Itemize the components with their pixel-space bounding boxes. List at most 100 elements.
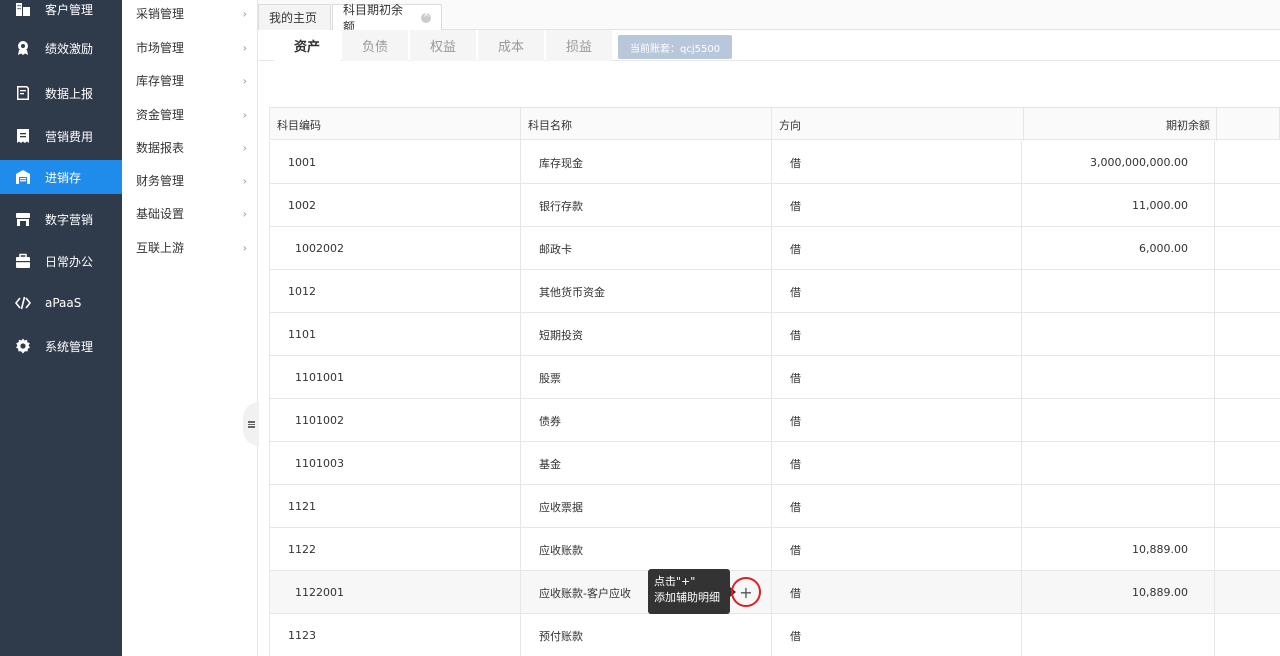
sub-tab-label: 损益 — [565, 40, 592, 55]
menu-collapse-handle[interactable] — [243, 402, 259, 446]
tab-assets[interactable]: 资产 — [274, 30, 340, 61]
sidebar-item-apaas[interactable]: aPaaS — [0, 286, 122, 320]
tab-profit-loss[interactable]: 损益 — [546, 30, 612, 61]
cell-balance[interactable] — [1022, 313, 1215, 356]
submenu-item-purchase-sales[interactable]: 采销管理 › — [122, 0, 257, 30]
cell-direction: 借 — [772, 399, 1022, 442]
table-row[interactable]: 1101002 债券借 — [269, 399, 1280, 442]
submenu-item-data-reports[interactable]: 数据报表 › — [122, 131, 257, 164]
opening-balance-table: 科目编码 科目名称 方向 期初余额 1001 库存现金借 3,000,000,000… — [269, 107, 1280, 656]
cell-direction: 借 — [772, 184, 1022, 227]
table-row[interactable]: 1101001 股票借 — [269, 356, 1280, 399]
cell-balance[interactable]: 6,000.00 — [1022, 227, 1215, 270]
cell-balance[interactable] — [1022, 485, 1215, 528]
sidebar-item-label: 营销费用 — [45, 129, 94, 144]
cell-name: 股票 — [521, 356, 772, 399]
tab-opening-balance[interactable]: 科目期初余额 — [332, 3, 442, 34]
cell-balance[interactable] — [1022, 356, 1215, 399]
sidebar-item-digital-marketing[interactable]: 数字营销 — [0, 202, 122, 236]
cell-name: 应收账款 — [521, 528, 772, 571]
table-row[interactable]: 1001 库存现金借 3,000,000,000.00 — [269, 141, 1280, 184]
cell-balance[interactable] — [1022, 399, 1215, 442]
cell-code: 1002 — [270, 184, 521, 227]
cell-balance[interactable] — [1022, 270, 1215, 313]
sidebar-item-data-report[interactable]: 数据上报 — [0, 76, 122, 110]
cell-code: 1101001 — [270, 356, 521, 399]
submenu-item-label: 互联上游 — [136, 241, 185, 255]
cell-code: 1012 — [270, 270, 521, 313]
chevron-right-icon: › — [242, 41, 247, 54]
table-row[interactable]: 1101003 基金借 — [269, 442, 1280, 485]
cell-balance[interactable]: 10,889.00 — [1022, 571, 1215, 614]
cell-direction: 借 — [772, 356, 1022, 399]
sub-menu: 采销管理 › 市场管理 › 库存管理 › 资金管理 › 数据报表 › 财务管理 › 基础设置… — [122, 0, 258, 656]
table-row[interactable]: 1122001 应收账款-客户应收借 10,889.00 — [269, 571, 1280, 614]
chevron-right-icon: › — [242, 207, 247, 220]
table-row[interactable]: 1122 应收账款借 10,889.00 — [269, 528, 1280, 571]
cell-direction: 借 — [772, 485, 1022, 528]
sidebar-item-daily-office[interactable]: 日常办公 — [0, 244, 122, 278]
cell-name: 其他货币资金 — [521, 270, 772, 313]
tab-home[interactable]: 我的主页 — [258, 4, 331, 30]
cell-balance[interactable]: 3,000,000,000.00 — [1022, 141, 1215, 184]
column-header-name[interactable]: 科目名称 — [521, 108, 772, 141]
receipt-icon — [15, 128, 31, 144]
cell-name: 基金 — [521, 442, 772, 485]
table-row[interactable]: 1101 短期投资借 — [269, 313, 1280, 356]
tab-liabilities[interactable]: 负债 — [342, 30, 408, 61]
cell-balance[interactable]: 10,889.00 — [1022, 528, 1215, 571]
sub-tab-label: 成本 — [497, 40, 524, 55]
submenu-item-label: 资金管理 — [136, 108, 185, 122]
column-header-balance[interactable]: 期初余额 — [1024, 108, 1217, 141]
submenu-item-market[interactable]: 市场管理 › — [122, 31, 257, 64]
menu-icon — [247, 420, 255, 428]
cell-code: 1123 — [270, 614, 521, 656]
cell-name: 预付账款 — [521, 614, 772, 656]
column-header-direction[interactable]: 方向 — [772, 108, 1024, 141]
cell-direction: 借 — [772, 227, 1022, 270]
add-detail-button[interactable]: + — [731, 577, 761, 607]
close-icon[interactable] — [421, 10, 431, 23]
sidebar-item-inventory[interactable]: 进销存 — [0, 160, 122, 194]
sidebar-item-customer[interactable]: 客户管理 — [0, 0, 122, 26]
table-row[interactable]: 1002002 邮政卡借 6,000.00 — [269, 227, 1280, 270]
table-row[interactable]: 1012 其他货币资金借 — [269, 270, 1280, 313]
sidebar-item-performance[interactable]: 绩效激励 — [0, 31, 122, 65]
medal-icon — [15, 40, 31, 56]
table-row[interactable]: 1121 应收票据借 — [269, 485, 1280, 528]
column-header-code[interactable]: 科目编码 — [270, 108, 521, 141]
sidebar-item-system[interactable]: 系统管理 — [0, 329, 122, 363]
cell-name: 邮政卡 — [521, 227, 772, 270]
cell-name: 短期投资 — [521, 313, 772, 356]
table-header: 科目编码 科目名称 方向 期初余额 — [269, 107, 1280, 141]
main-sidebar: 客户管理 绩效激励 数据上报 营销费用 进销存 数字营销 日常办公 aPaaS … — [0, 0, 122, 656]
cell-name: 银行存款 — [521, 184, 772, 227]
sidebar-item-label: 进销存 — [45, 170, 82, 185]
submenu-item-funds[interactable]: 资金管理 › — [122, 98, 257, 131]
sidebar-item-label: aPaaS — [45, 296, 82, 310]
cell-direction: 借 — [772, 442, 1022, 485]
table-row[interactable]: 1123 预付账款借 — [269, 614, 1280, 656]
cell-balance[interactable]: 11,000.00 — [1022, 184, 1215, 227]
sub-tab-label: 权益 — [429, 40, 456, 55]
table-row[interactable]: 1002 银行存款借 11,000.00 — [269, 184, 1280, 227]
cell-balance[interactable] — [1022, 442, 1215, 485]
cell-code: 1122 — [270, 528, 521, 571]
tab-equity[interactable]: 权益 — [410, 30, 476, 61]
gear-icon — [15, 338, 31, 354]
chevron-right-icon: › — [242, 241, 247, 254]
cell-code: 1101003 — [270, 442, 521, 485]
report-icon — [15, 85, 31, 101]
submenu-item-basic-settings[interactable]: 基础设置 › — [122, 197, 257, 230]
submenu-item-label: 库存管理 — [136, 74, 185, 88]
subject-category-tabs: 资产 负债 权益 成本 损益 当前账套：qcj5500 — [258, 30, 1280, 61]
chevron-right-icon: › — [242, 7, 247, 20]
submenu-item-upstream[interactable]: 互联上游 › — [122, 231, 257, 264]
tab-cost[interactable]: 成本 — [478, 30, 544, 61]
submenu-item-stock[interactable]: 库存管理 › — [122, 64, 257, 97]
tooltip-line: 添加辅助明细 — [654, 591, 720, 604]
cell-direction: 借 — [772, 141, 1022, 184]
sidebar-item-marketing-expense[interactable]: 营销费用 — [0, 119, 122, 153]
submenu-item-finance[interactable]: 财务管理 › — [122, 164, 257, 197]
cell-balance[interactable] — [1022, 614, 1215, 656]
